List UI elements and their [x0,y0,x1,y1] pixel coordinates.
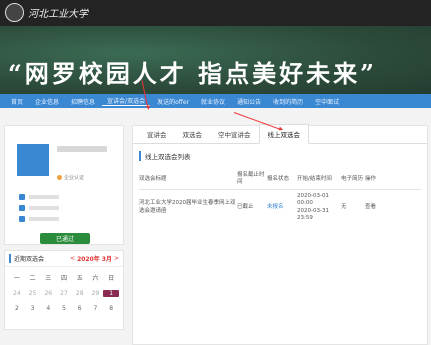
nav-item-resumes[interactable]: 收到的简历 [268,97,308,106]
calendar-day[interactable]: 4 [40,305,56,312]
calendar-day[interactable]: 25 [25,290,41,297]
fair-status[interactable]: 未报名 [267,204,297,211]
fair-end-time: 2020-03-31 23:59 [297,208,329,221]
banner: “网罗校园人才 指点美好未来” [0,26,431,94]
calendar-title: 近期双选会 [9,254,44,263]
calendar-day[interactable]: 3 [25,305,41,312]
calendar-day[interactable]: 28 [72,290,88,297]
day-name: 四 [56,273,72,282]
header-resume: 电子简历 [341,176,365,183]
calendar-controls: < 2020年 3月 > [70,254,119,263]
prev-month-button[interactable]: < [70,255,75,262]
day-name: 六 [88,273,104,282]
nav-item-home[interactable]: 首页 [6,97,28,106]
recent-fairs-calendar: 近期双选会 < 2020年 3月 > 一 二 三 四 五 六 日 24 25 2… [4,250,124,330]
header-time: 开始/结束时间 [297,176,341,183]
calendar-day[interactable]: 6 [72,305,88,312]
view-button[interactable]: 查看 [365,204,385,211]
calendar-day-today[interactable]: 1 [103,290,119,297]
tab-air-presentations[interactable]: 空中宣讲会 [210,125,259,143]
info-redacted [29,206,59,210]
calendar-day[interactable]: 5 [56,305,72,312]
university-emblem-icon [5,3,24,22]
table-header: 双选会标题 报名截止时间 报名状态 开始/结束时间 电子简历 操作 [139,169,421,190]
calendar-day[interactable]: 26 [40,290,56,297]
fair-deadline: 已截止 [237,204,267,211]
day-name: 三 [40,273,56,282]
calendar-month[interactable]: 3月 [102,254,112,263]
company-name-redacted [57,146,107,152]
calendar-year[interactable]: 2020年 [77,254,100,263]
fair-start-time: 2020-03-01 00:00 [297,193,329,206]
nav-item-company-info[interactable]: 企业信息 [30,97,64,106]
info-redacted [29,217,59,221]
main-area: 企业认证 已通过 近期双选会 < 2020年 3月 > 一 二 [0,110,431,317]
nav-item-jobs[interactable]: 招聘信息 [66,97,100,106]
fair-resume: 无 [341,204,365,211]
nav-item-air-interview[interactable]: 空中面试 [310,97,344,106]
day-name: 一 [9,273,25,282]
top-bar: 河北工业大学 [0,0,431,26]
nav-item-offers[interactable]: 发送的offer [152,97,194,106]
header-status: 报名状态 [267,176,297,183]
fairs-table: 双选会标题 报名截止时间 报名状态 开始/结束时间 电子简历 操作 河北工业大学… [139,169,421,225]
calendar-day[interactable]: 2 [9,305,25,312]
nav-item-presentations[interactable]: 宣讲会/双选会 [102,96,150,106]
verified-label: 企业认证 [64,174,84,181]
main-nav: 首页 企业信息 招聘信息 宣讲会/双选会 发送的offer 就业协议 通知公告 … [0,94,431,108]
nav-item-notices[interactable]: 通知公告 [232,97,266,106]
mail-icon [19,205,25,211]
calendar-day[interactable]: 24 [9,290,25,297]
verified-badge: 企业认证 [57,174,84,181]
next-month-button[interactable]: > [114,255,119,262]
header-title: 双选会标题 [139,176,237,183]
calendar-day[interactable]: 27 [56,290,72,297]
fair-title[interactable]: 河北工业大学2020届毕业生春季网上双选会邀请函 [139,200,237,214]
passed-status-button[interactable]: 已通过 [40,233,90,244]
calendar-day[interactable]: 8 [103,305,119,312]
day-name: 日 [103,273,119,282]
banner-slogan: “网罗校园人才 指点美好未来” [8,54,377,89]
fair-time: 2020-03-01 00:00 2020-03-31 23:59 [297,193,341,222]
university-logo[interactable]: 河北工业大学 [5,3,88,22]
company-card: 企业认证 已通过 [4,125,124,245]
header-action: 操作 [365,176,385,183]
day-name: 二 [25,273,41,282]
info-redacted [29,195,59,199]
info-row-phone [19,216,59,222]
tab-job-fairs[interactable]: 双选会 [175,125,211,143]
calendar-day[interactable]: 29 [88,290,104,297]
phone-icon [19,216,25,222]
calendar-day[interactable]: 7 [88,305,104,312]
calendar-header: 近期双选会 < 2020年 3月 > [5,251,123,267]
list-title: 线上双选会列表 [139,151,421,161]
fairs-panel: 宣讲会 双选会 空中宣讲会 线上双选会 线上双选会列表 双选会标题 报名截止时间… [132,125,428,345]
user-icon [19,194,25,200]
day-name: 五 [72,273,88,282]
header-deadline: 报名截止时间 [237,172,267,186]
nav-item-agreement[interactable]: 就业协议 [196,97,230,106]
verified-icon [57,175,62,180]
tab-presentations[interactable]: 宣讲会 [139,125,175,143]
university-name: 河北工业大学 [28,5,88,20]
calendar-grid: 一 二 三 四 五 六 日 24 25 26 27 28 29 1 2 3 4 … [5,267,123,318]
company-building-icon [17,144,49,176]
info-row-person [19,194,59,200]
info-row-email [19,205,59,211]
table-row: 河北工业大学2020届毕业生春季网上双选会邀请函 已截止 未报名 2020-03… [139,190,421,225]
